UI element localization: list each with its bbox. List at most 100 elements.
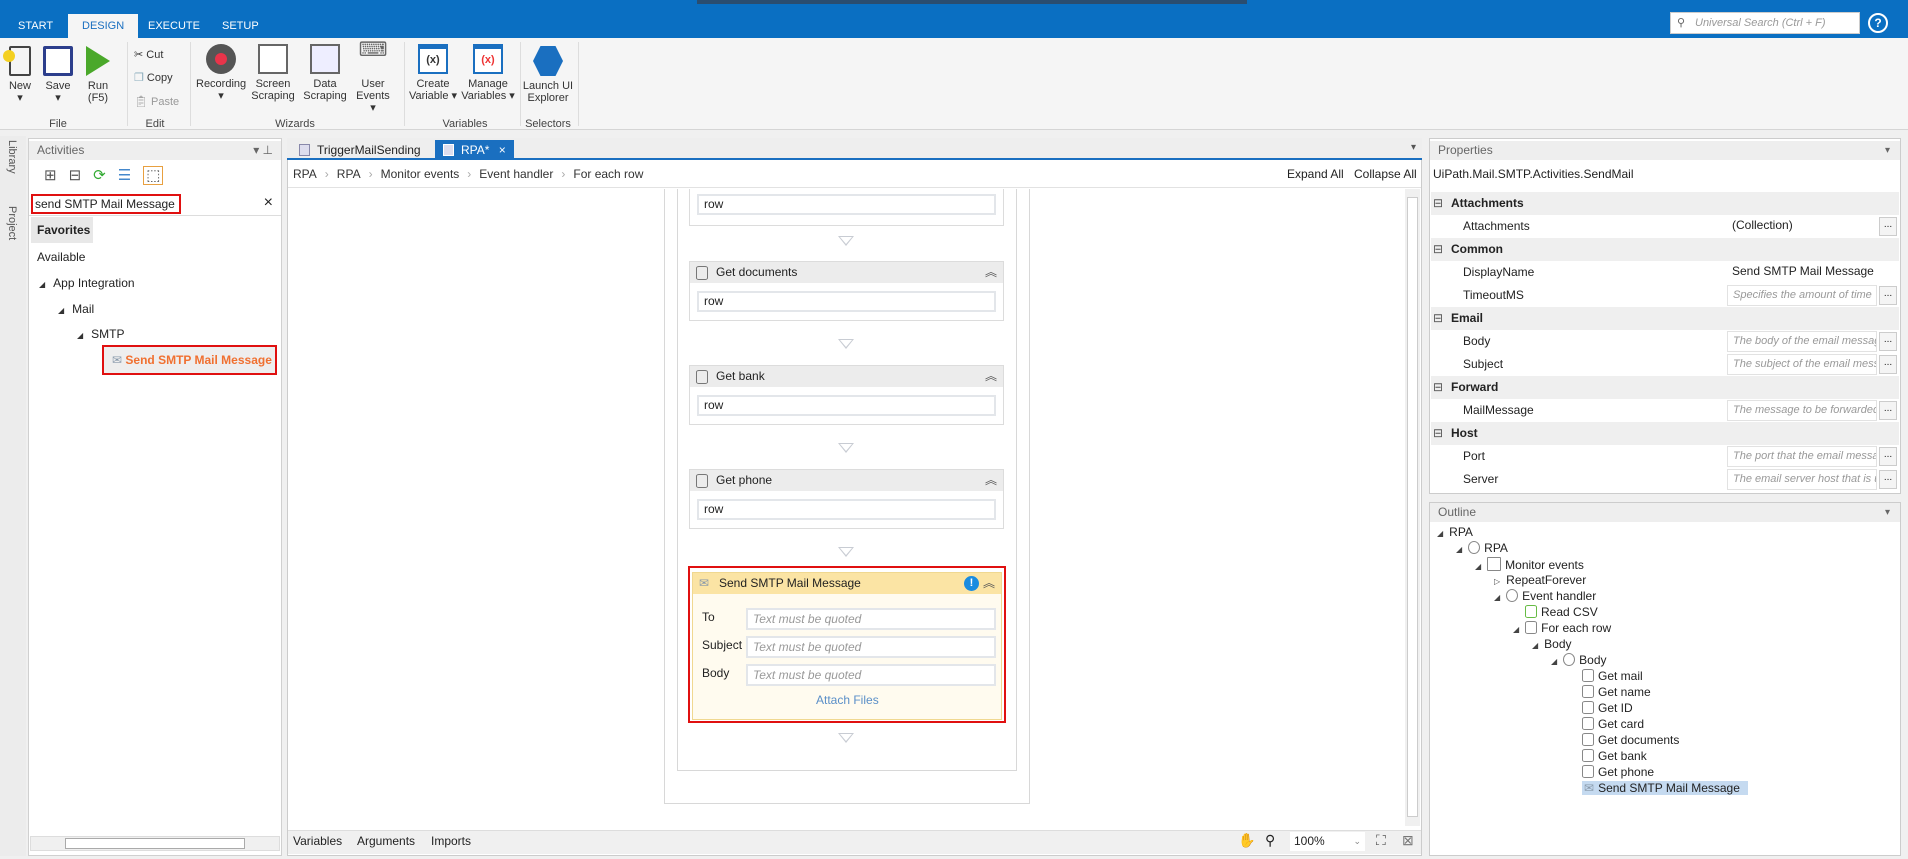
outline-item[interactable]: Get phone	[1582, 765, 1654, 779]
collapse-all-icon[interactable]: ⊟	[69, 167, 94, 184]
outline-item[interactable]: ◢ Body	[1551, 653, 1607, 667]
breadcrumb-item[interactable]: Monitor events	[381, 167, 460, 181]
property-value-input[interactable]: (Collection)	[1727, 216, 1877, 237]
expand-arrow-icon[interactable]: ▷	[1494, 577, 1500, 586]
close-tab-button[interactable]: ×	[499, 143, 506, 157]
tab-design[interactable]: DESIGN	[68, 14, 139, 38]
fit-screen-icon[interactable]: ⛶	[1376, 832, 1386, 849]
outline-item[interactable]: Get ID	[1582, 701, 1633, 715]
screen-scraping-button[interactable]: Screen Scraping	[250, 44, 296, 102]
expand-arrow-icon[interactable]: ◢	[1437, 529, 1443, 538]
library-tab[interactable]: Library	[6, 140, 18, 174]
data-scraping-button[interactable]: Data Scraping	[302, 44, 348, 102]
tab-triggermailsending[interactable]: TriggerMailSending	[291, 140, 429, 160]
expand-all-button[interactable]: Expand All	[1287, 167, 1344, 181]
ellipsis-button[interactable]: ...	[1879, 332, 1897, 351]
tree-smtp[interactable]: ◢ SMTP	[77, 327, 125, 341]
property-value-input[interactable]: The subject of the email message	[1727, 354, 1877, 375]
tab-dropdown-icon[interactable]: ▾	[1411, 142, 1416, 153]
ellipsis-button[interactable]: ...	[1879, 470, 1897, 489]
subject-input[interactable]: Text must be quoted	[746, 636, 996, 658]
expand-all-icon[interactable]: ⊞	[44, 167, 69, 184]
universal-search-input[interactable]: ⚲ Universal Search (Ctrl + F)	[1670, 12, 1860, 34]
outline-item[interactable]: ✉ Send SMTP Mail Message	[1582, 781, 1748, 795]
save-button[interactable]: Save ▾	[42, 46, 74, 104]
user-events-button[interactable]: ⌨ User Events ▾	[352, 40, 394, 114]
tab-execute[interactable]: EXECUTE	[134, 14, 214, 38]
row-input[interactable]: row	[697, 194, 996, 215]
create-variable-button[interactable]: (x) Create Variable ▾	[408, 44, 458, 102]
tree-app-integration[interactable]: ◢ App Integration	[39, 276, 135, 290]
new-button[interactable]: New ▾	[3, 46, 36, 104]
row-input[interactable]: row	[697, 395, 996, 416]
favorites-section[interactable]: Favorites	[31, 217, 93, 243]
refresh-icon[interactable]: ⟳	[93, 167, 118, 184]
vertical-scrollbar[interactable]	[1405, 189, 1420, 826]
ellipsis-button[interactable]: ...	[1879, 401, 1897, 420]
ellipsis-button[interactable]: ...	[1879, 286, 1897, 305]
zoom-select[interactable]: 100% ⌄	[1290, 832, 1365, 851]
row-input[interactable]: row	[697, 499, 996, 520]
copy-button[interactable]: ❐ Copy	[134, 71, 173, 84]
clear-search-button[interactable]: ×	[264, 194, 273, 212]
panel-dropdown-icon[interactable]: ▾	[1885, 503, 1890, 522]
activity-get-documents[interactable]: Get documents ︽ row	[689, 261, 1004, 321]
activity-get-bank[interactable]: Get bank ︽ row	[689, 365, 1004, 425]
help-button[interactable]: ?	[1868, 13, 1888, 33]
outline-item[interactable]: Get bank	[1582, 749, 1647, 763]
activity-card[interactable]: row	[689, 189, 1004, 226]
tab-rpa[interactable]: RPA* ×	[435, 140, 514, 160]
property-value-input[interactable]: Specifies the amount of time	[1727, 285, 1877, 306]
outline-item[interactable]: ▷ RepeatForever	[1494, 573, 1586, 587]
warning-icon[interactable]: !	[964, 576, 979, 591]
cut-button[interactable]: ✂ Cut	[134, 48, 163, 61]
outline-item[interactable]: ◢ RPA	[1437, 525, 1473, 539]
reset-zoom-icon[interactable]: ⊠	[1402, 832, 1414, 849]
outline-item[interactable]: Get name	[1582, 685, 1651, 699]
outline-item[interactable]: ◢ Event handler	[1494, 589, 1596, 603]
body-input[interactable]: Text must be quoted	[746, 664, 996, 686]
tree-mail[interactable]: ◢ Mail	[58, 302, 94, 316]
property-category[interactable]: Common	[1431, 238, 1899, 261]
outline-item[interactable]: ◢ For each row	[1513, 621, 1611, 635]
run-button[interactable]: Run (F5)	[82, 46, 114, 104]
outline-item[interactable]: ◢ Body	[1532, 637, 1572, 651]
property-value-input[interactable]: The body of the email message	[1727, 331, 1877, 352]
tab-setup[interactable]: SETUP	[208, 14, 273, 38]
list-icon[interactable]: ☰	[118, 167, 143, 184]
paste-button[interactable]: 📋︎ Paste	[134, 95, 179, 108]
activities-search-input[interactable]: send SMTP Mail Message ×	[29, 192, 281, 216]
collapse-icon[interactable]: ︽	[985, 470, 997, 491]
expand-arrow-icon[interactable]: ◢	[1551, 657, 1557, 666]
collapse-all-button[interactable]: Collapse All	[1354, 167, 1417, 181]
imports-tab[interactable]: Imports	[431, 834, 471, 848]
collapse-icon[interactable]: ︽	[985, 262, 997, 283]
outline-item[interactable]: Read CSV	[1525, 605, 1598, 619]
recording-button[interactable]: Recording ▾	[196, 44, 246, 102]
attach-files-link[interactable]: Attach Files	[816, 693, 879, 707]
outline-item[interactable]: ◢ Monitor events	[1475, 557, 1584, 572]
project-tab[interactable]: Project	[6, 206, 18, 240]
breadcrumb-item[interactable]: RPA	[337, 167, 361, 181]
outline-item[interactable]: ◢ RPA	[1456, 541, 1508, 555]
panel-dropdown-icon[interactable]: ▾	[1885, 141, 1890, 160]
property-category[interactable]: Forward	[1431, 376, 1899, 399]
expand-arrow-icon[interactable]: ◢	[1475, 562, 1481, 571]
ellipsis-button[interactable]: ...	[1879, 447, 1897, 466]
expand-arrow-icon[interactable]: ◢	[1532, 641, 1538, 650]
property-value-input[interactable]: The message to be forwarded	[1727, 400, 1877, 421]
property-value-input[interactable]: The port that the email message	[1727, 446, 1877, 467]
manage-variables-button[interactable]: (x) Manage Variables ▾	[460, 44, 516, 102]
variables-tab[interactable]: Variables	[293, 834, 342, 848]
collapse-icon[interactable]: ︽	[983, 573, 995, 594]
activity-get-phone[interactable]: Get phone ︽ row	[689, 469, 1004, 529]
expand-arrow-icon[interactable]: ◢	[1494, 593, 1500, 602]
outline-item[interactable]: Get documents	[1582, 733, 1679, 747]
activity-send-smtp-mail-message[interactable]: ✉ Send SMTP Mail Message	[102, 345, 277, 375]
tab-start[interactable]: START	[4, 14, 67, 38]
ellipsis-button[interactable]: ...	[1879, 217, 1897, 236]
property-value-input[interactable]: The email server host that is used	[1727, 469, 1877, 490]
available-section[interactable]: Available	[37, 250, 85, 264]
breadcrumb-item[interactable]: RPA	[293, 167, 317, 181]
breadcrumb-item[interactable]: Event handler	[479, 167, 553, 181]
